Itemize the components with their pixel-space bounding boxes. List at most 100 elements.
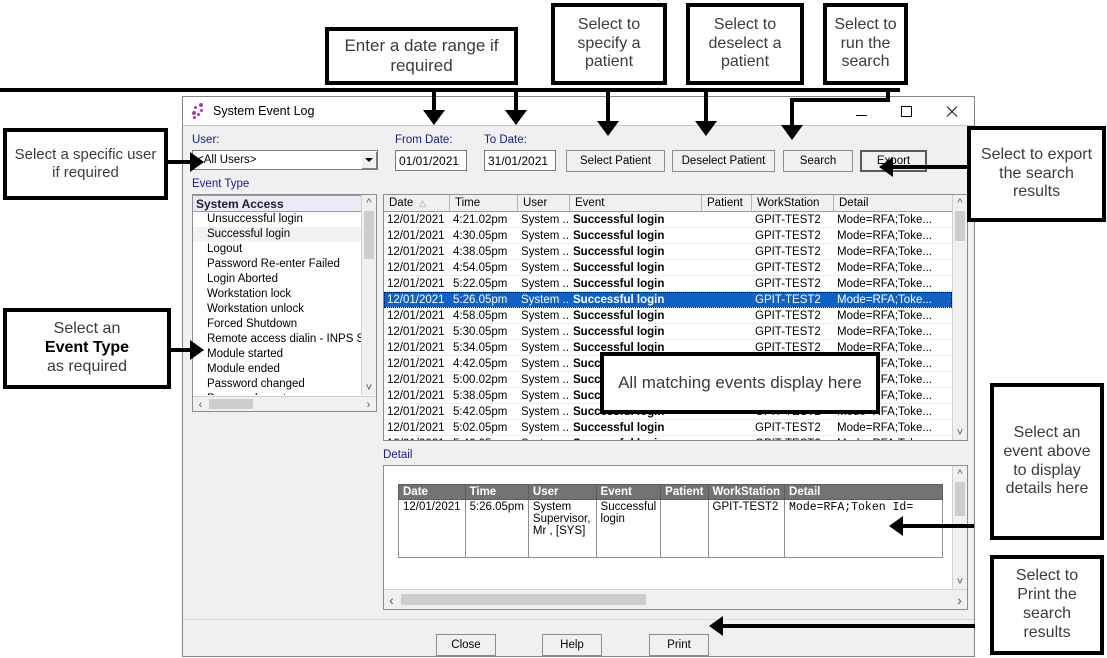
table-cell-detail: Mode=RFA;Toke... xyxy=(834,228,952,243)
annotation-arrow-export xyxy=(879,157,893,177)
scroll-up-icon[interactable]: ^ xyxy=(953,195,967,210)
scroll-left-icon[interactable]: ‹ xyxy=(384,590,399,610)
table-cell-user: System ... xyxy=(518,372,570,387)
deselect-patient-button[interactable]: Deselect Patient xyxy=(672,150,775,172)
table-cell-workstation: GPIT-TEST2 xyxy=(752,212,834,227)
event-type-horizontal-scrollbar[interactable]: ‹ › xyxy=(193,396,376,411)
scrollbar-thumb[interactable] xyxy=(955,482,965,516)
table-cell-workstation: GPIT-TEST2 xyxy=(752,276,834,291)
scroll-down-icon[interactable]: ˅ xyxy=(953,425,967,440)
table-cell-date: 12/01/2021 xyxy=(384,260,450,275)
events-grid-column-header[interactable]: Time xyxy=(450,195,518,211)
scrollbar-thumb[interactable] xyxy=(364,211,374,259)
chevron-down-icon[interactable] xyxy=(360,151,377,169)
table-row[interactable]: 12/01/20214:54.05pmSystem ...Successful … xyxy=(384,260,952,276)
table-row[interactable]: 12/01/20215:30.05pmSystem ...Successful … xyxy=(384,324,952,340)
scrollbar-thumb[interactable] xyxy=(955,211,965,241)
annotation-arrow-print xyxy=(709,616,723,636)
event-type-item[interactable]: Unsuccessful login xyxy=(193,212,361,227)
scroll-right-icon[interactable]: › xyxy=(361,397,376,412)
scroll-up-icon[interactable]: ^ xyxy=(953,466,967,481)
table-cell-time: 5:22.05pm xyxy=(450,276,518,291)
print-button[interactable]: Print xyxy=(649,634,709,656)
event-type-item[interactable]: Password changed xyxy=(193,377,361,392)
event-type-item[interactable]: Password Re-enter Failed xyxy=(193,257,361,272)
table-cell-user: System ... xyxy=(518,260,570,275)
table-row[interactable]: 12/01/20215:26.05pmSystem ...Successful … xyxy=(384,292,952,308)
table-row[interactable]: 12/01/20214:21.02pmSystem ...Successful … xyxy=(384,212,952,228)
table-cell-date: 12/01/2021 xyxy=(384,324,450,339)
events-grid-column-header[interactable]: Date△ xyxy=(384,195,450,211)
table-cell-event: Successful login xyxy=(570,244,702,259)
event-type-item[interactable]: Logout xyxy=(193,242,361,257)
annotation-rail-top xyxy=(0,88,900,92)
scroll-down-icon[interactable]: ˅ xyxy=(362,380,376,395)
table-cell-detail: Mode=RFA;Toke... xyxy=(834,212,952,227)
event-type-group[interactable]: System Access xyxy=(193,195,361,212)
scrollbar-thumb-h[interactable] xyxy=(209,399,253,409)
event-type-item[interactable]: Successful login xyxy=(193,227,361,242)
table-cell-time: 4:30.05pm xyxy=(450,228,518,243)
detail-horizontal-scrollbar[interactable]: ‹ › xyxy=(384,589,967,609)
table-cell-detail: Mode=RFA;Toke... xyxy=(834,436,952,440)
to-date-input[interactable]: 31/01/2021 xyxy=(484,150,556,171)
event-type-item[interactable]: Login Aborted xyxy=(193,272,361,287)
from-date-input[interactable]: 01/01/2021 xyxy=(395,150,467,171)
events-grid-vertical-scrollbar[interactable]: ^ ˅ xyxy=(952,195,967,440)
event-type-vertical-scrollbar[interactable]: ^ ˅ xyxy=(361,195,376,395)
events-grid-header[interactable]: Date△TimeUserEventPatientWorkStationDeta… xyxy=(384,195,967,212)
table-row[interactable]: 12/01/20214:30.05pmSystem ...Successful … xyxy=(384,228,952,244)
table-cell-event: Successful login xyxy=(570,308,702,323)
from-date-label: From Date: xyxy=(395,134,453,146)
table-cell-date: 12/01/2021 xyxy=(384,356,450,371)
table-row[interactable]: 12/01/20214:58.05pmSystem ...Successful … xyxy=(384,308,952,324)
table-cell-date: 12/01/2021 xyxy=(384,388,450,403)
table-cell-event: Successful login xyxy=(570,324,702,339)
table-cell-patient xyxy=(702,276,752,291)
table-cell-workstation: GPIT-TEST2 xyxy=(752,308,834,323)
close-button[interactable] xyxy=(929,97,974,125)
event-type-item[interactable]: Forced Shutdown xyxy=(193,317,361,332)
table-cell-patient xyxy=(702,292,752,307)
scroll-up-icon[interactable]: ^ xyxy=(362,195,376,210)
scroll-right-icon[interactable]: › xyxy=(952,590,967,610)
event-type-item[interactable]: Workstation unlock xyxy=(193,302,361,317)
scroll-left-icon[interactable]: ‹ xyxy=(193,397,208,412)
events-grid-column-header[interactable]: Event xyxy=(570,195,702,211)
annotation-arrow-select-patient xyxy=(597,121,619,136)
close-footer-button[interactable]: Close xyxy=(436,634,496,656)
select-patient-button[interactable]: Select Patient xyxy=(566,150,665,172)
event-type-item[interactable]: Module ended xyxy=(193,362,361,377)
events-grid-column-header[interactable]: User xyxy=(518,195,570,211)
event-type-list[interactable]: System AccessUnsuccessful loginSuccessfu… xyxy=(192,194,377,412)
table-cell-date: 12/01/2021 xyxy=(384,228,450,243)
events-grid-column-header[interactable]: WorkStation xyxy=(752,195,834,211)
table-row[interactable]: 12/01/20215:46.05pmSystem ...Successful … xyxy=(384,436,952,440)
event-type-item[interactable]: Module started xyxy=(193,347,361,362)
table-cell-detail: Mode=RFA;Toke... xyxy=(834,324,952,339)
event-type-list-items[interactable]: System AccessUnsuccessful loginSuccessfu… xyxy=(193,195,361,395)
detail-cell-user: System Supervisor, Mr , [SYS] xyxy=(528,500,596,558)
event-type-item[interactable]: Remote access dialin - INPS Sup xyxy=(193,332,361,347)
scrollbar-thumb-h[interactable] xyxy=(401,594,646,605)
table-row[interactable]: 12/01/20214:38.05pmSystem ...Successful … xyxy=(384,244,952,260)
events-grid-column-header[interactable]: Detail xyxy=(834,195,954,211)
user-select[interactable]: <All Users> xyxy=(192,150,378,170)
events-grid-column-header[interactable]: Patient xyxy=(702,195,752,211)
table-cell-user: System ... xyxy=(518,324,570,339)
search-button[interactable]: Search xyxy=(783,150,853,172)
table-row[interactable]: 12/01/20215:22.05pmSystem ...Successful … xyxy=(384,276,952,292)
event-type-item[interactable]: Workstation lock xyxy=(193,287,361,302)
table-cell-time: 5:26.05pm xyxy=(450,292,518,307)
detail-label: Detail xyxy=(383,449,412,461)
scroll-down-icon[interactable]: ˅ xyxy=(953,574,967,589)
table-cell-date: 12/01/2021 xyxy=(384,276,450,291)
table-cell-patient xyxy=(702,244,752,259)
table-cell-patient xyxy=(702,212,752,227)
detail-panel[interactable]: DateTimeUserEventPatientWorkStationDetai… xyxy=(383,465,968,610)
maximize-button[interactable] xyxy=(884,97,929,125)
table-row[interactable]: 12/01/20215:02.05pmSystem ...Successful … xyxy=(384,420,952,436)
help-button[interactable]: Help xyxy=(542,634,602,656)
table-cell-time: 4:21.02pm xyxy=(450,212,518,227)
event-type-item[interactable]: Password reset xyxy=(193,392,361,395)
